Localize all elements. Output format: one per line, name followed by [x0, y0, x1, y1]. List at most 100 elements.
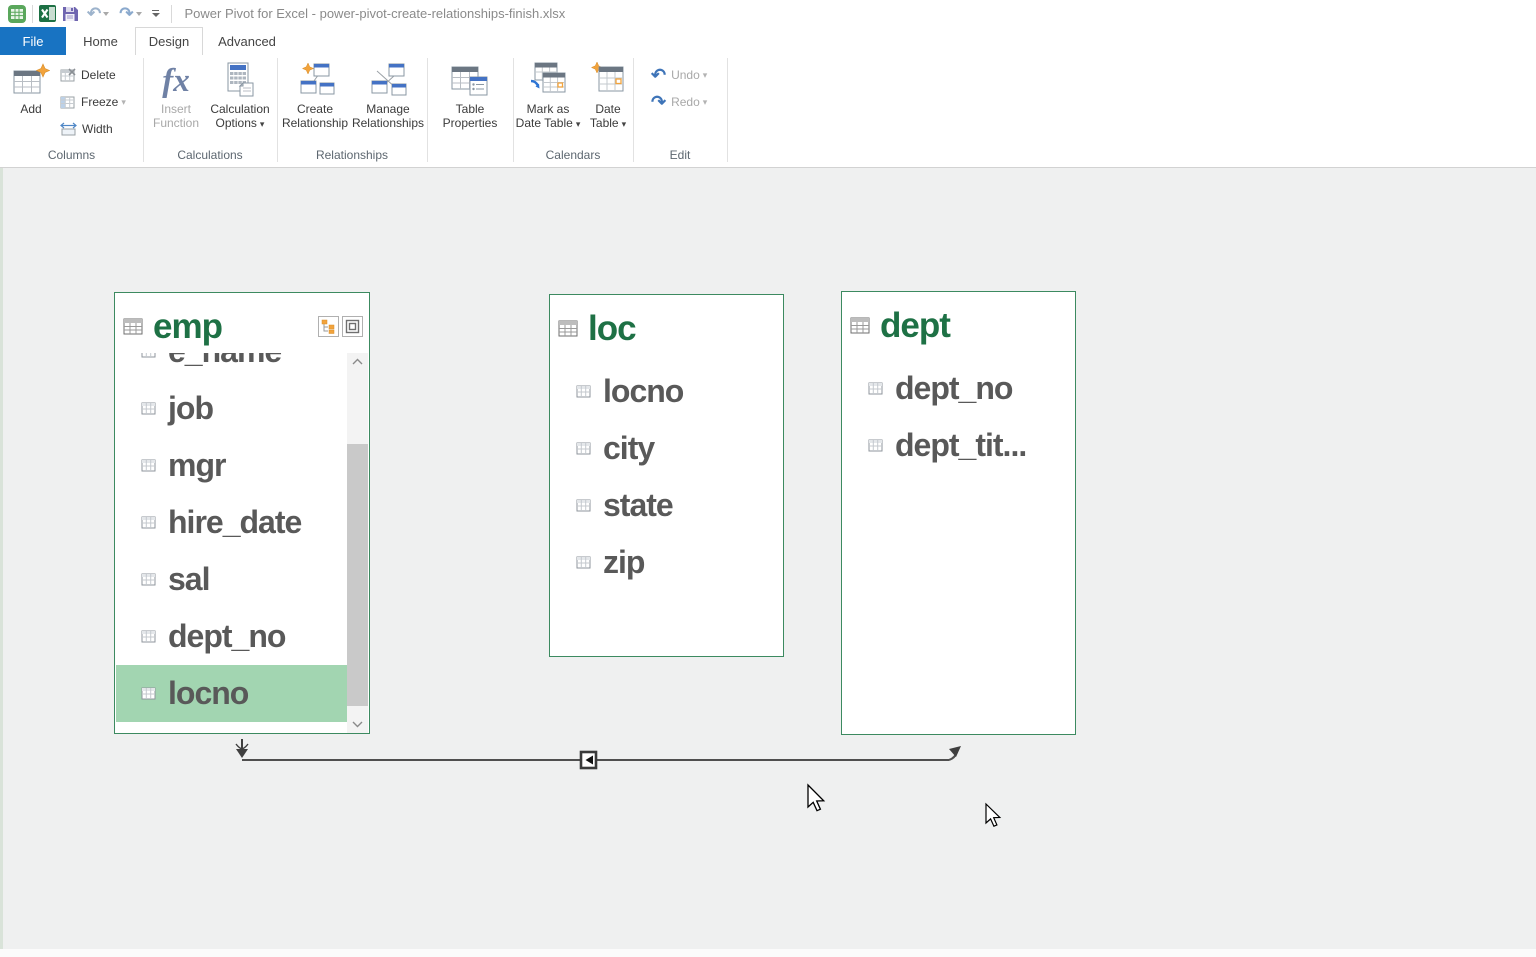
field-row-e_name[interactable]: e_name	[116, 353, 347, 380]
diagram-view[interactable]: emp e_name job	[0, 168, 1536, 957]
qat-undo-dropdown-icon[interactable]	[103, 12, 109, 16]
field-row-locno-selected[interactable]: locno	[116, 665, 347, 722]
column-width-button[interactable]: Width	[60, 118, 113, 140]
table-emp[interactable]: emp e_name job	[114, 292, 370, 734]
qat-undo-icon[interactable]: ↶	[87, 3, 101, 25]
freeze-column-icon	[60, 95, 76, 110]
table-loc[interactable]: loc locno city state zip	[549, 294, 784, 657]
tab-design[interactable]: Design	[135, 27, 203, 55]
field-row-sal[interactable]: sal	[116, 551, 347, 608]
delete-column-label: Delete	[81, 68, 116, 82]
field-label: hire_date	[168, 504, 301, 541]
edit-group-caption: Edit	[633, 148, 727, 162]
field-row-city[interactable]: city	[551, 420, 782, 477]
relationship-line[interactable]	[236, 739, 961, 768]
ribbon: Add Delete Freeze ▾ Width Columns fx	[0, 55, 1536, 168]
create-hierarchy-icon	[321, 319, 336, 334]
qat-separator	[32, 5, 33, 23]
column-icon	[576, 498, 592, 513]
table-properties-label: TableProperties	[443, 102, 498, 130]
tab-home[interactable]: Home	[66, 27, 135, 55]
tab-file[interactable]: File	[0, 27, 66, 55]
qat-redo-dropdown-icon[interactable]	[136, 12, 142, 16]
field-label: locno	[168, 675, 248, 712]
scroll-up-icon[interactable]	[347, 353, 368, 370]
undo-dropdown-icon[interactable]: ▾	[703, 70, 708, 81]
table-properties-button[interactable]: TableProperties	[438, 59, 502, 130]
field-row-job[interactable]: job	[116, 380, 347, 437]
powerpivot-window: ↶ ↷ Power Pivot for Excel - power-pivot-…	[0, 0, 1536, 957]
table-icon	[850, 316, 871, 336]
excel-icon[interactable]	[38, 3, 57, 25]
field-row-hire_date[interactable]: hire_date	[116, 494, 347, 551]
field-row-mgr[interactable]: mgr	[116, 437, 347, 494]
canvas-left-edge	[0, 168, 3, 957]
columns-group-caption: Columns	[0, 148, 143, 162]
delete-column-button[interactable]: Delete	[60, 64, 116, 86]
redo-button[interactable]: ↷ Redo ▾	[651, 91, 707, 113]
column-icon	[141, 458, 157, 473]
table-dept-header[interactable]: dept	[842, 292, 1075, 352]
table-name: loc	[588, 309, 636, 349]
undo-icon: ↶	[651, 66, 666, 84]
manage-relationships-button[interactable]: ManageRelationships	[351, 59, 425, 130]
tab-advanced[interactable]: Advanced	[203, 27, 291, 55]
table-icon	[123, 317, 144, 337]
column-icon	[868, 438, 884, 453]
create-relationship-label: CreateRelationship	[282, 102, 348, 130]
create-hierarchy-button[interactable]	[318, 316, 339, 337]
date-table-button[interactable]: Date Table▾	[585, 59, 631, 131]
qat-customize-icon[interactable]	[152, 10, 160, 18]
table-dept[interactable]: dept dept_no dept_tit...	[841, 291, 1076, 735]
column-width-label: Width	[82, 122, 113, 136]
field-row-dept_no[interactable]: dept_no	[116, 608, 347, 665]
column-icon	[141, 353, 157, 359]
field-row-state[interactable]: state	[551, 477, 782, 534]
maximize-table-button[interactable]	[342, 316, 363, 337]
column-icon	[141, 629, 157, 644]
scrollbar-thumb[interactable]	[347, 444, 368, 706]
field-row-zip[interactable]: zip	[551, 534, 782, 591]
table-loc-header[interactable]: loc	[550, 295, 783, 355]
field-label: job	[168, 390, 213, 427]
relationships-group-caption: Relationships	[277, 148, 427, 162]
freeze-dropdown-icon[interactable]: ▾	[121, 97, 126, 108]
calculation-options-dropdown-icon: ▾	[260, 119, 265, 129]
mark-as-date-table-button[interactable]: Mark as Date Table▾	[515, 59, 581, 131]
freeze-column-button[interactable]: Freeze ▾	[60, 91, 126, 113]
field-row-dept_title[interactable]: dept_tit...	[843, 417, 1074, 474]
field-row-locno[interactable]: locno	[551, 363, 782, 420]
column-icon	[141, 686, 157, 701]
insert-function-icon: fx	[162, 59, 190, 99]
qat-redo-icon[interactable]: ↷	[119, 3, 133, 25]
title-bar: ↶ ↷ Power Pivot for Excel - power-pivot-…	[0, 0, 1536, 27]
undo-button[interactable]: ↶ Undo ▾	[651, 64, 707, 86]
column-icon	[868, 381, 884, 396]
scroll-down-icon[interactable]	[347, 716, 368, 733]
field-label: mgr	[168, 447, 225, 484]
table-emp-scrollbar[interactable]	[347, 353, 368, 733]
ribbon-group-calculations: fx InsertFunction Calculation Options▾ C…	[143, 55, 277, 167]
table-icon	[558, 319, 579, 339]
add-column-button[interactable]: Add	[6, 59, 56, 116]
manage-relationships-label: ManageRelationships	[352, 102, 424, 130]
mark-as-date-table-dropdown-icon: ▾	[576, 119, 581, 129]
date-table-icon	[589, 59, 627, 99]
calculation-options-label: Calculation Options▾	[210, 102, 269, 131]
calculation-options-button[interactable]: Calculation Options▾	[206, 59, 274, 131]
insert-function-button[interactable]: fx InsertFunction	[148, 59, 204, 130]
table-emp-header[interactable]: emp	[115, 293, 369, 353]
table-loc-fields: locno city state zip	[551, 355, 782, 656]
create-relationship-button[interactable]: CreateRelationship	[279, 59, 351, 130]
redo-dropdown-icon[interactable]: ▾	[703, 97, 708, 108]
calculations-group-caption: Calculations	[143, 148, 277, 162]
ribbon-group-relationships: CreateRelationship ManageRelationships R…	[277, 55, 427, 167]
field-row-dept_no[interactable]: dept_no	[843, 360, 1074, 417]
delete-column-icon	[60, 68, 76, 83]
relationship-midpoint-handle[interactable]	[581, 752, 596, 768]
mouse-cursor-secondary	[986, 804, 1000, 826]
ribbon-group-properties: TableProperties	[427, 55, 513, 167]
field-label: city	[603, 430, 654, 467]
save-icon[interactable]	[61, 3, 79, 25]
ribbon-group-calendars: Mark as Date Table▾ Date Table▾ Calendar…	[513, 55, 633, 167]
